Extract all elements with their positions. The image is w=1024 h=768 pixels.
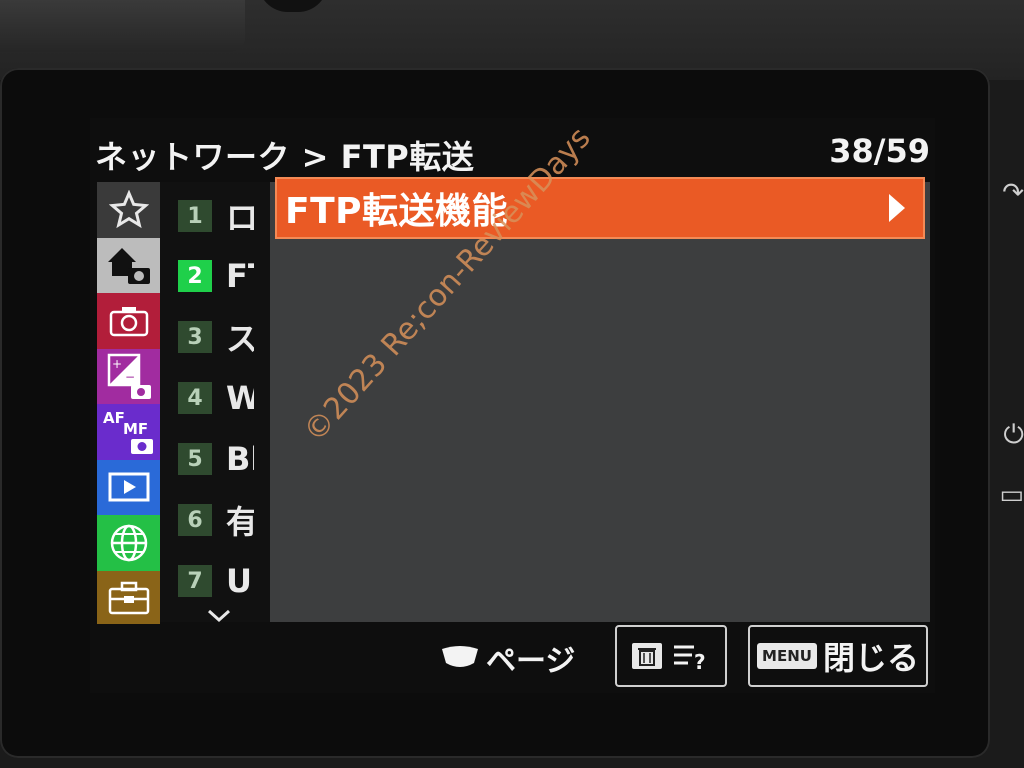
side-curve-icon: ↷ bbox=[1002, 178, 1024, 208]
page-item-1[interactable]: 1 ロ bbox=[178, 198, 278, 237]
tab-playback[interactable] bbox=[97, 459, 160, 515]
svg-text:+: + bbox=[112, 357, 122, 371]
svg-text:AF: AF bbox=[103, 409, 125, 427]
star-icon bbox=[108, 189, 149, 228]
page-label: ス bbox=[226, 320, 254, 358]
toolbox-icon bbox=[108, 582, 149, 615]
playback-icon bbox=[108, 472, 149, 502]
breadcrumb: ネットワーク > FTP転送 bbox=[95, 138, 475, 176]
category-tabs: + − AF MF bbox=[97, 182, 160, 626]
arrow-right-icon bbox=[889, 194, 905, 222]
page-hint: ページ bbox=[440, 636, 575, 680]
page-label: ロ bbox=[226, 199, 254, 237]
page-number: 3 bbox=[178, 321, 212, 353]
page-item-3[interactable]: 3 ス bbox=[178, 319, 278, 358]
camera-icon bbox=[109, 306, 148, 336]
page-number: 1 bbox=[178, 200, 212, 232]
side-display-icon: ▭ bbox=[999, 480, 1024, 510]
camera-grip bbox=[0, 0, 245, 52]
page-item-2[interactable]: 2 FT bbox=[178, 257, 278, 295]
menu-item-label: FTP転送機能 bbox=[285, 191, 509, 232]
tab-setup[interactable] bbox=[97, 570, 160, 626]
chevron-down-icon[interactable] bbox=[205, 608, 233, 624]
page-number: 7 bbox=[178, 565, 212, 597]
close-button[interactable]: MENU 閉じる bbox=[748, 625, 928, 687]
svg-text:MF: MF bbox=[123, 420, 148, 438]
page-hint-label: ページ bbox=[486, 644, 576, 679]
page-label: Bl bbox=[226, 440, 254, 478]
page-item-7[interactable]: 7 US bbox=[178, 562, 278, 600]
tab-shooting[interactable] bbox=[97, 293, 160, 349]
page-counter: 38/59 bbox=[829, 132, 930, 170]
menu-panel bbox=[270, 182, 930, 622]
help-list-icon: ? bbox=[674, 645, 706, 671]
page-number: 4 bbox=[178, 382, 212, 414]
tab-exposure-color[interactable]: + − bbox=[97, 348, 160, 404]
page-item-5[interactable]: 5 Bl bbox=[178, 440, 278, 478]
tab-shooting-main[interactable] bbox=[97, 237, 160, 293]
tab-network[interactable] bbox=[97, 515, 160, 571]
svg-text:?: ? bbox=[694, 650, 706, 671]
page-list: 1 ロ 2 FT 3 ス 4 Wi 5 Bl 6 有 7 US bbox=[160, 182, 270, 622]
trash-icon bbox=[632, 643, 662, 669]
close-label: 閉じる bbox=[822, 639, 919, 677]
globe-icon bbox=[110, 524, 147, 561]
page-item-6[interactable]: 6 有 bbox=[178, 502, 278, 541]
tab-favorites[interactable] bbox=[97, 182, 160, 238]
page-item-4[interactable]: 4 Wi bbox=[178, 379, 278, 417]
home-camera-icon bbox=[107, 248, 150, 285]
page-label: Wi bbox=[226, 379, 254, 417]
delete-info-button[interactable]: ? bbox=[615, 625, 727, 687]
af-mf-icon: AF MF bbox=[103, 409, 153, 454]
page-label: US bbox=[226, 562, 254, 600]
page-number: 6 bbox=[178, 504, 212, 536]
page-label: 有 bbox=[226, 503, 254, 541]
menu-key-badge: MENU bbox=[757, 643, 817, 669]
control-wheel-icon bbox=[442, 646, 478, 667]
menu-item-ftp-transfer-function[interactable]: FTP転送機能 bbox=[275, 177, 925, 239]
page-label: FT bbox=[226, 257, 254, 295]
page-number: 5 bbox=[178, 443, 212, 475]
svg-text:−: − bbox=[125, 370, 135, 384]
exposure-compensation-icon: + − bbox=[107, 354, 151, 400]
tab-focus[interactable]: AF MF bbox=[97, 404, 160, 460]
side-power-icon: ⏻ bbox=[1003, 420, 1024, 450]
page-number-selected: 2 bbox=[178, 260, 212, 292]
